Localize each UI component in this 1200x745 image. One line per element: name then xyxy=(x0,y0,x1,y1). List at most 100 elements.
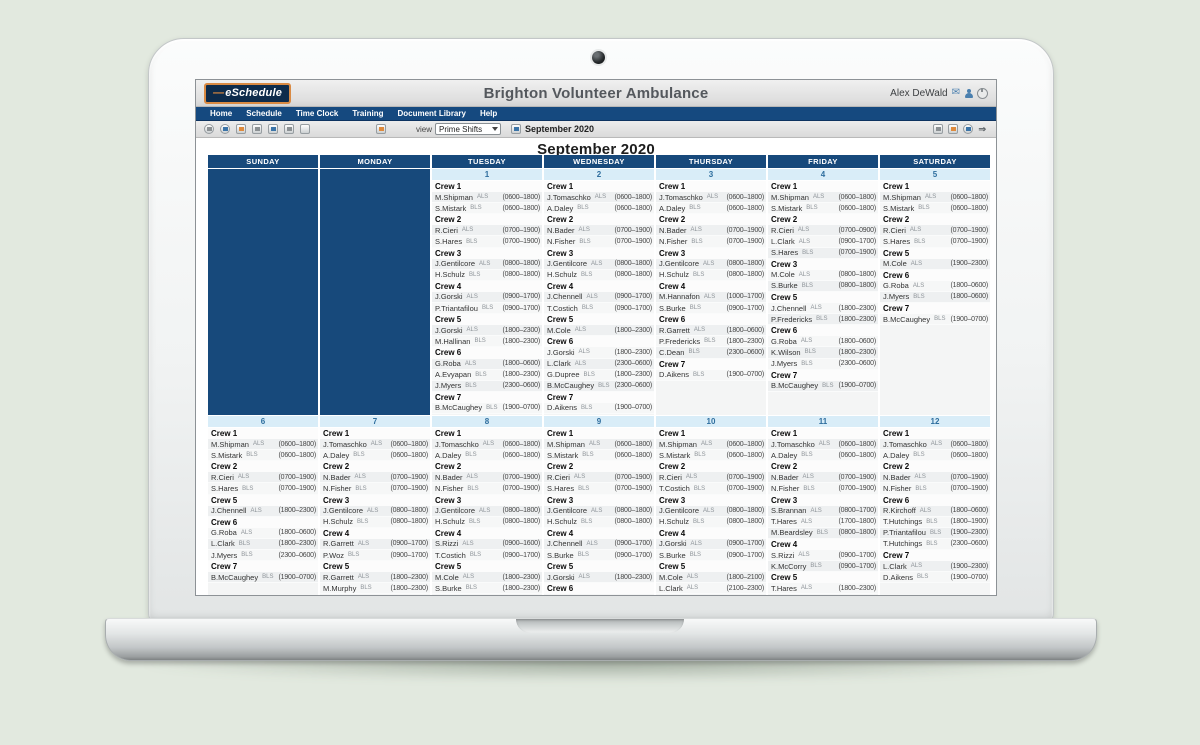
shift-row[interactable]: R.Cieri ALS (0700–1900) xyxy=(432,225,542,237)
shift-row[interactable]: D.Aikens BLS (1900–0700) xyxy=(656,369,766,381)
shift-row[interactable]: N.Bader ALS (0700–1900) xyxy=(656,225,766,237)
shift-row[interactable]: S.Burke BLS (0900–1700) xyxy=(544,550,654,562)
shift-row[interactable]: M.Murphy BLS (1800–2300) xyxy=(320,583,430,595)
shift-row[interactable]: L.Clark ALS (0900–1700) xyxy=(768,236,878,248)
shift-row[interactable]: G.Roba ALS (1800–0600) xyxy=(768,336,878,348)
menu-help[interactable]: Help xyxy=(480,109,497,118)
shift-row[interactable]: J.Gentilcore ALS (0800–1800) xyxy=(656,258,766,270)
shift-row[interactable]: S.Mistark BLS (0600–1800) xyxy=(208,450,318,462)
shift-row[interactable]: R.Cieri ALS (0700–0900) xyxy=(768,225,878,237)
shift-row[interactable]: A.Daley BLS (0600–1800) xyxy=(320,450,430,462)
shift-row[interactable]: L.Clark ALS (1900–2300) xyxy=(880,561,990,573)
shift-row[interactable]: T.Costich BLS (0900–1700) xyxy=(544,303,654,315)
shift-row[interactable]: G.Roba ALS (1800–0600) xyxy=(432,358,542,370)
help-icon[interactable] xyxy=(963,124,974,134)
shift-row[interactable]: J.Myers BLS (2300–0600) xyxy=(768,358,878,370)
day-number[interactable]: 10 xyxy=(656,416,766,428)
shift-row[interactable]: B.McCaughey BLS (1900–0700) xyxy=(768,380,878,392)
shift-row[interactable]: J.Tomaschko ALS (0600–1800) xyxy=(880,439,990,451)
view-select[interactable]: Prime Shifts xyxy=(435,123,502,135)
shift-row[interactable]: R.Cieri ALS (0700–1900) xyxy=(880,225,990,237)
day-cell[interactable]: 2 Crew 1 J.Tomaschko ALS (0600–1800) A.Daley B… xyxy=(544,169,654,415)
shift-row[interactable]: A.Daley BLS (0600–1800) xyxy=(880,450,990,462)
shift-row[interactable]: M.Cole ALS (1800–2300) xyxy=(544,325,654,337)
day-cell[interactable]: 12 Crew 1 J.Tomaschko ALS (0600–1800) A.Daley… xyxy=(880,416,990,595)
shift-row[interactable]: J.Tomaschko ALS (0600–1800) xyxy=(320,439,430,451)
shift-row[interactable]: N.Bader ALS (0700–1900) xyxy=(544,225,654,237)
day-number[interactable]: 9 xyxy=(544,416,654,428)
shift-row[interactable]: H.Schulz BLS (0800–1800) xyxy=(320,516,430,528)
shift-row[interactable]: S.Mistark BLS (0600–1800) xyxy=(768,203,878,215)
shift-row[interactable]: M.Cole ALS (1900–2300) xyxy=(880,258,990,270)
shift-row[interactable]: S.Burke BLS (1800–2300) xyxy=(432,583,542,595)
day-number[interactable]: 1 xyxy=(432,169,542,181)
shift-row[interactable]: J.Myers BLS (2300–0600) xyxy=(432,380,542,392)
shift-row[interactable]: J.Chennell ALS (1800–2300) xyxy=(208,505,318,517)
shift-row[interactable]: M.Shipman ALS (0600–1800) xyxy=(880,192,990,204)
menu-schedule[interactable]: Schedule xyxy=(246,109,282,118)
day-number[interactable]: 3 xyxy=(656,169,766,181)
day-cell[interactable]: 3 Crew 1 J.Tomaschko ALS (0600–1800) A.Daley B… xyxy=(656,169,766,415)
shift-row[interactable]: J.Tomaschko ALS (0600–1800) xyxy=(432,439,542,451)
menu-time-clock[interactable]: Time Clock xyxy=(296,109,339,118)
shift-row[interactable]: S.Rizzi ALS (0900–1600) xyxy=(432,538,542,551)
day-cell[interactable]: 9 Crew 1 M.Shipman ALS (0600–1800) S.Mistark B… xyxy=(544,416,654,595)
day-cell[interactable]: 5 Crew 1 M.Shipman ALS (0600–1800) S.Mistark B… xyxy=(880,169,990,415)
shift-row[interactable]: S.Burke BLS (0800–1800) xyxy=(768,280,878,292)
shift-row[interactable]: J.Chennell ALS (1800–2300) xyxy=(768,303,878,315)
shift-row[interactable]: J.Gorski ALS (0900–1700) xyxy=(656,538,766,551)
menu-training[interactable]: Training xyxy=(352,109,383,118)
key-icon[interactable] xyxy=(204,124,214,134)
shift-row[interactable]: T.Hutchings BLS (1800–1900) xyxy=(880,516,990,528)
print-icon[interactable] xyxy=(933,124,944,134)
day-number[interactable]: 4 xyxy=(768,169,878,181)
shift-row[interactable]: R.Cieri ALS (0700–1900) xyxy=(544,472,654,484)
shift-row[interactable]: M.Cole ALS (1800–2300) xyxy=(432,572,542,584)
day-cell[interactable]: 8 Crew 1 J.Tomaschko ALS (0600–1800) A.Daley B… xyxy=(432,416,542,595)
shift-row[interactable]: S.Burke BLS (0900–1700) xyxy=(656,303,766,315)
shift-row[interactable]: N.Bader ALS (0700–1900) xyxy=(320,472,430,484)
day-number[interactable]: 6 xyxy=(208,416,318,428)
shift-row[interactable]: T.Hutchings BLS (2300–0600) xyxy=(880,538,990,551)
menu-home[interactable]: Home xyxy=(210,109,232,118)
shift-row[interactable]: J.Tomaschko ALS (0600–1800) xyxy=(544,192,654,204)
edit-icon[interactable] xyxy=(376,124,386,134)
shift-row[interactable]: N.Fisher BLS (0700–1900) xyxy=(544,236,654,248)
shift-row[interactable]: J.Tomaschko ALS (0600–1800) xyxy=(656,192,766,204)
shift-row[interactable]: M.Shipman ALS (0600–1800) xyxy=(432,192,542,204)
shift-row[interactable]: A.Daley BLS (0600–1800) xyxy=(544,203,654,215)
shift-row[interactable]: B.McCaughey BLS (2300–0600) xyxy=(544,380,654,392)
schedule-icon[interactable] xyxy=(948,124,959,134)
shift-row[interactable]: C.Dean BLS (2300–0600) xyxy=(656,347,766,359)
day-number[interactable]: 12 xyxy=(880,416,990,428)
shift-row[interactable]: B.McCaughey BLS (1900–0700) xyxy=(880,314,990,326)
shift-row[interactable]: N.Bader ALS (0700–1900) xyxy=(880,472,990,484)
shift-row[interactable]: H.Schulz BLS (0800–1800) xyxy=(544,516,654,528)
shift-row[interactable]: H.Schulz BLS (0800–1800) xyxy=(432,269,542,281)
day-number[interactable]: 8 xyxy=(432,416,542,428)
shift-row[interactable]: L.Clark ALS (2100–2300) xyxy=(656,583,766,595)
shift-row[interactable]: S.Hares BLS (0700–1900) xyxy=(880,236,990,248)
day-cell[interactable]: 11 Crew 1 J.Tomaschko ALS (0600–1800) A.Daley… xyxy=(768,416,878,595)
shift-row[interactable]: K.Wilson BLS (1800–2300) xyxy=(768,347,878,359)
shift-row[interactable]: M.Cole ALS (0800–1800) xyxy=(768,269,878,281)
shift-row[interactable]: J.Gorski ALS (1800–2300) xyxy=(544,572,654,584)
shift-row[interactable]: S.Brannan ALS (0800–1700) xyxy=(768,505,878,517)
shift-row[interactable]: M.Hannafon ALS (1000–1700) xyxy=(656,291,766,304)
day-number[interactable]: 7 xyxy=(320,416,430,428)
shift-row[interactable]: M.Hallinan BLS (1800–2300) xyxy=(432,336,542,348)
shift-row[interactable]: P.Fredericks BLS (1800–2300) xyxy=(656,336,766,348)
shift-row[interactable]: N.Fisher BLS (0700–1900) xyxy=(880,483,990,495)
shift-row[interactable]: J.Chennell ALS (0900–1700) xyxy=(544,538,654,551)
shift-row[interactable]: P.Woz BLS (0900–1700) xyxy=(320,550,430,562)
report-icon[interactable] xyxy=(284,124,294,134)
shift-row[interactable]: B.McCaughey BLS (1900–0700) xyxy=(432,402,542,414)
empty-day-cell[interactable] xyxy=(208,169,318,415)
shift-row[interactable]: A.Daley BLS (0600–1800) xyxy=(432,450,542,462)
shift-row[interactable]: N.Fisher BLS (0700–1900) xyxy=(320,483,430,495)
shift-row[interactable]: A.Daley BLS (0600–1800) xyxy=(768,450,878,462)
day-cell[interactable]: 6 Crew 1 M.Shipman ALS (0600–1800) S.Mistark B… xyxy=(208,416,318,595)
shift-row[interactable]: P.Fredericks BLS (1800–2300) xyxy=(768,314,878,326)
shift-row[interactable]: N.Fisher BLS (0700–1900) xyxy=(656,236,766,248)
shift-row[interactable]: S.Hares BLS (0700–1900) xyxy=(544,483,654,495)
